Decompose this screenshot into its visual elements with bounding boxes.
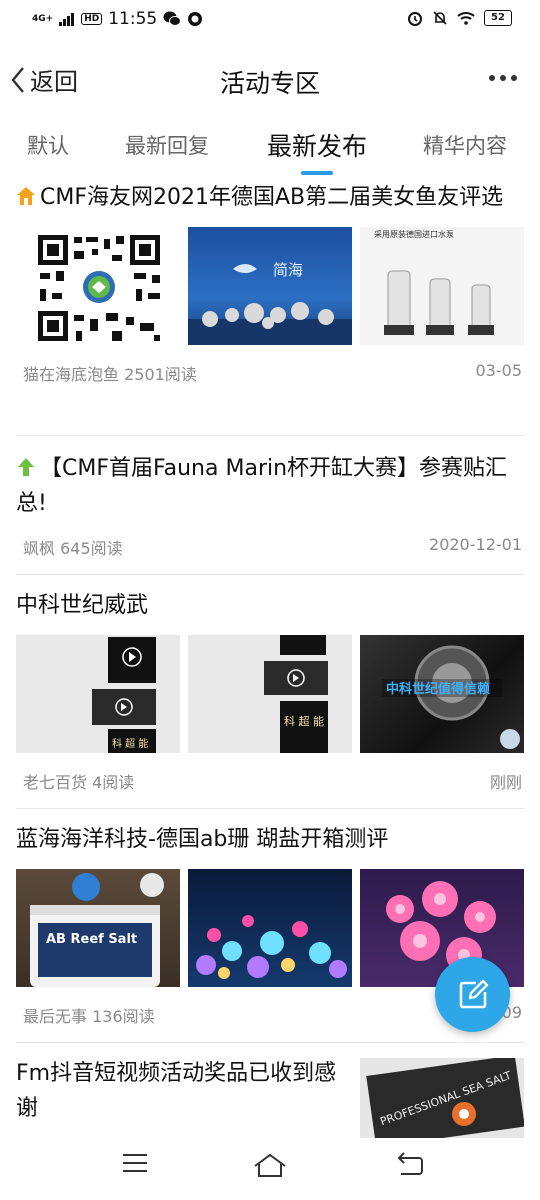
tab-featured[interactable]: 精华内容 <box>423 130 507 160</box>
hd-badge: HD <box>81 13 103 25</box>
status-bar: 4G+ HD 11:55 52 <box>0 0 540 40</box>
aquarium-blue-tank-image[interactable]: 简海 <box>188 227 352 345</box>
home-button[interactable] <box>252 1152 288 1182</box>
protein-skimmer-image[interactable]: 采用原装德国进口水泵 <box>360 227 524 345</box>
divider <box>16 808 524 809</box>
network-indicator: 4G+ <box>32 13 54 24</box>
recent-apps-button[interactable] <box>121 1152 149 1178</box>
post-date: 2020-12-01 <box>429 535 522 554</box>
post-meta: 猫在海底泡鱼 2501阅读 03-05 <box>16 361 524 385</box>
wifi-icon <box>457 12 475 25</box>
tab-default[interactable]: 默认 <box>27 130 69 160</box>
more-options-button[interactable] <box>488 60 518 90</box>
battery-indicator: 52 <box>484 10 512 26</box>
author-reads: 老七百货 4阅读 <box>23 773 135 792</box>
video-overlay-text: 科 超 能 <box>112 737 148 750</box>
home-icon <box>254 1153 286 1177</box>
post-meta: 老七百货 4阅读 刚刚 <box>16 769 524 793</box>
wechat-icon <box>163 11 182 26</box>
menu-lines-icon <box>123 1154 147 1172</box>
post-title[interactable]: CMF海友网2021年德国AB第二届美女鱼友评选 <box>16 180 524 215</box>
back-arrow-icon <box>397 1152 423 1175</box>
mute-bell-icon <box>433 11 447 25</box>
author-reads: 最后无事 136阅读 <box>23 1007 155 1026</box>
tab-latest-post[interactable]: 最新发布 <box>267 127 367 175</box>
post-thumbnails: 简海 采用原装德国进口水泵 <box>16 227 524 345</box>
pump-overlay-text: 中科世纪值得信赖 <box>386 681 490 697</box>
system-navigation-bar <box>0 1140 540 1200</box>
arrow-up-icon <box>18 458 34 476</box>
divider <box>16 1042 524 1043</box>
house-icon <box>17 187 35 205</box>
post-date: 刚刚 <box>489 773 522 792</box>
coral-tank-image[interactable] <box>188 869 352 987</box>
post-item[interactable]: CMF海友网2021年德国AB第二届美女鱼友评选 简海 采用原装德国进口水泵 猫… <box>16 180 524 385</box>
bucket-label: AB Reef Salt <box>46 932 137 947</box>
qr-code-image[interactable] <box>16 227 180 345</box>
divider <box>16 435 524 436</box>
skimmer-caption: 采用原装德国进口水泵 <box>374 229 454 239</box>
back-label: 返回 <box>30 68 78 96</box>
sea-salt-box-image[interactable]: PROFESSIONAL SEA SALT <box>360 1058 524 1138</box>
video-screenshot-image-2[interactable]: 科 超 能 <box>188 635 352 753</box>
status-time: 11:55 <box>108 9 158 29</box>
reef-salt-bucket-image[interactable]: AB Reef Salt <box>16 869 180 987</box>
post-thumbnails: 科 超 能 科 超 能 中科世纪值得信赖 <box>16 635 524 753</box>
post-title[interactable]: 中科世纪威武 <box>16 588 524 623</box>
post-title[interactable]: Fm抖音短视频活动奖品已收到感谢 <box>16 1056 346 1126</box>
q-app-icon <box>188 12 203 26</box>
edit-icon <box>459 979 488 1008</box>
post-item[interactable]: 中科世纪威武 科 超 能 科 超 能 中科世纪值得信赖 老七百货 4阅读 刚刚 <box>16 588 524 793</box>
post-item[interactable]: Fm抖音短视频活动奖品已收到感谢 PROFESSIONAL SEA SALT <box>16 1056 524 1138</box>
brand-text: 简海 <box>273 261 303 279</box>
video-overlay-text: 科 超 能 <box>284 714 324 728</box>
post-title[interactable]: 【CMF首届Fauna Marin杯开缸大赛】参赛贴汇总! <box>16 451 524 521</box>
video-screenshot-image-1[interactable]: 科 超 能 <box>16 635 180 753</box>
post-date: 03-05 <box>475 361 523 380</box>
post-meta: 飒枫 645阅读 2020-12-01 <box>16 535 524 559</box>
post-title[interactable]: 蓝海海洋科技-德国ab珊 瑚盐开箱测评 <box>16 822 524 857</box>
author-reads: 飒枫 645阅读 <box>23 539 123 558</box>
tab-latest-reply[interactable]: 最新回复 <box>125 130 209 160</box>
alarm-icon <box>408 12 422 26</box>
signal-icon <box>59 12 75 26</box>
page-title: 活动专区 <box>219 69 320 98</box>
compose-button[interactable] <box>435 957 510 1032</box>
post-item[interactable]: 【CMF首届Fauna Marin杯开缸大赛】参赛贴汇总! 飒枫 645阅读 2… <box>16 451 524 559</box>
back-button[interactable]: 返回 <box>10 62 78 97</box>
pump-product-image[interactable]: 中科世纪值得信赖 <box>360 635 524 753</box>
more-dots-icon <box>489 75 517 81</box>
tab-bar: 默认 最新回复 最新发布 精华内容 <box>0 122 540 175</box>
author-reads: 猫在海底泡鱼 2501阅读 <box>23 365 197 384</box>
navigation-bar: 返回 活动专区 <box>0 48 540 110</box>
back-system-button[interactable] <box>395 1152 425 1182</box>
chevron-left-icon <box>11 66 24 93</box>
divider <box>16 574 524 575</box>
